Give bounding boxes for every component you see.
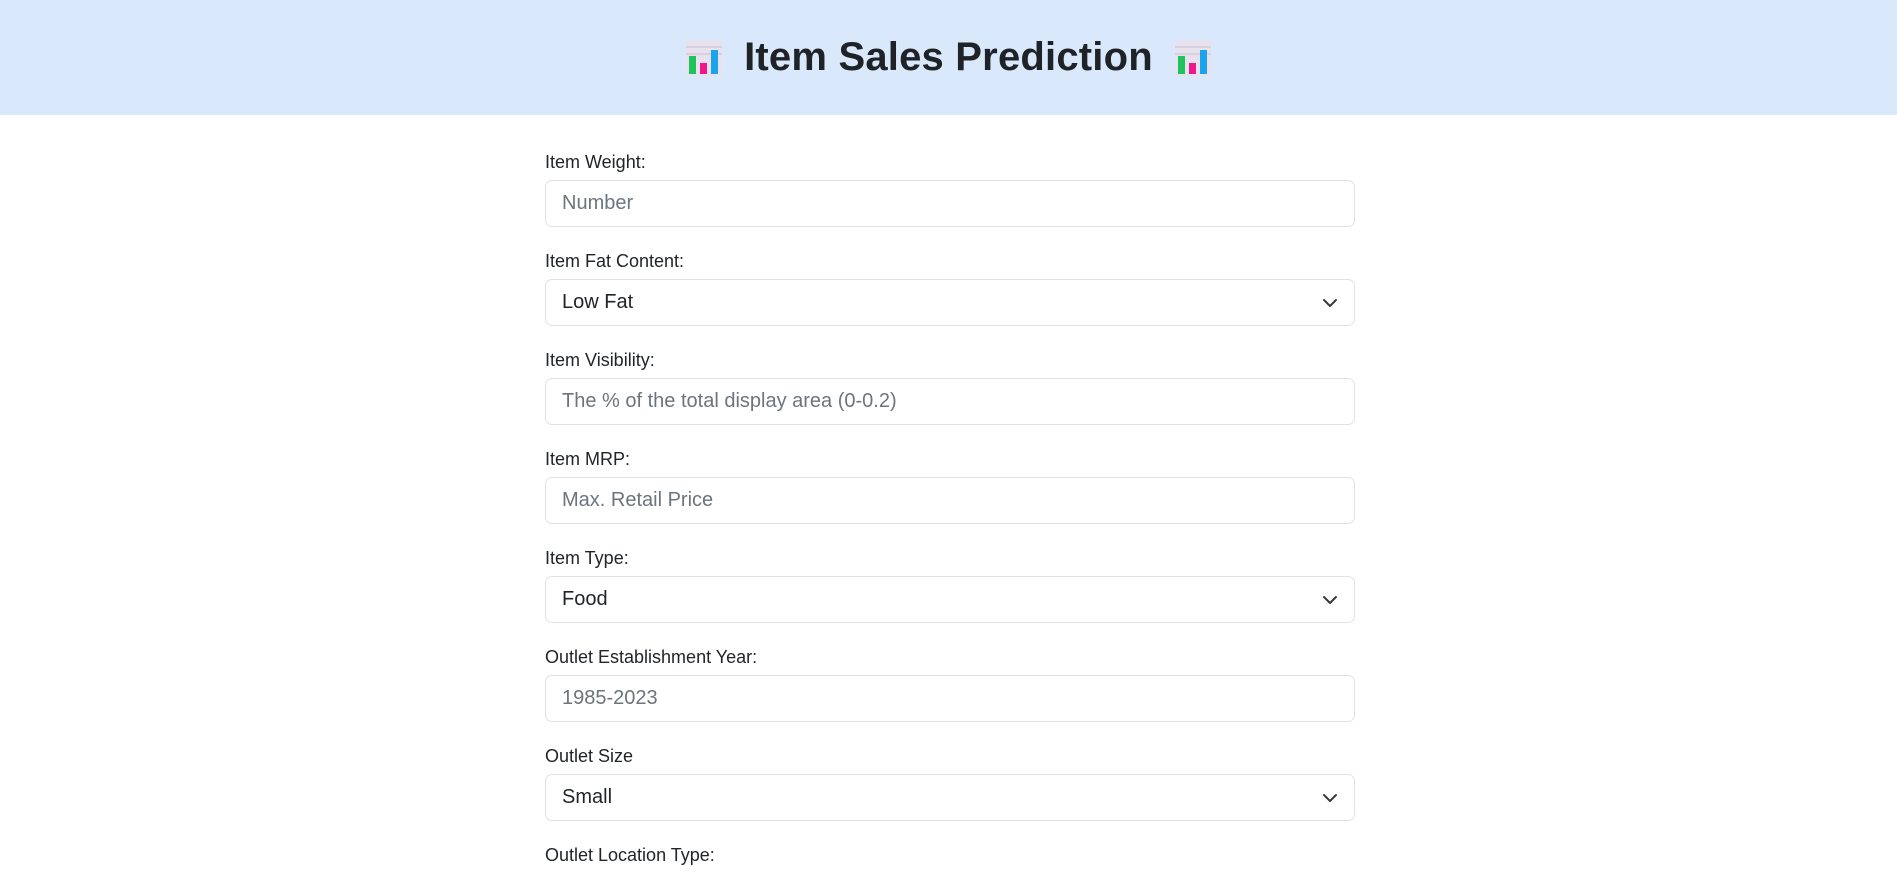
outlet-size-field: Outlet Size Small	[545, 744, 1355, 821]
chevron-down-icon	[1323, 595, 1337, 604]
outlet-size-select[interactable]: Small	[545, 774, 1355, 821]
item-type-value: Food	[562, 588, 608, 610]
item-mrp-label: Item MRP:	[545, 449, 631, 469]
bar-chart-icon	[1174, 39, 1211, 76]
item-visibility-label: Item Visibility:	[545, 350, 655, 370]
header-title-group: Item Sales Prediction	[684, 35, 1213, 80]
chevron-down-icon	[1323, 793, 1337, 802]
outlet-location-type-label: Outlet Location Type:	[545, 845, 715, 865]
page-header: Item Sales Prediction	[0, 0, 1897, 115]
item-type-label: Item Type:	[545, 548, 629, 568]
bar-chart-icon	[686, 39, 723, 76]
outlet-establishment-year-input[interactable]	[545, 675, 1355, 722]
item-fat-content-select[interactable]: Low Fat	[545, 279, 1355, 326]
item-weight-field: Item Weight:	[545, 150, 1355, 227]
item-visibility-field: Item Visibility:	[545, 348, 1355, 425]
item-type-select[interactable]: Food	[545, 576, 1355, 623]
item-type-field: Item Type: Food	[545, 546, 1355, 623]
outlet-size-label: Outlet Size	[545, 746, 634, 766]
chevron-down-icon	[1323, 298, 1337, 307]
item-mrp-input[interactable]	[545, 477, 1355, 524]
outlet-establishment-year-label: Outlet Establishment Year:	[545, 647, 758, 667]
page-title: Item Sales Prediction	[744, 35, 1153, 79]
prediction-form: Item Weight: Item Fat Content: Low Fat I…	[545, 150, 1355, 883]
item-fat-content-value: Low Fat	[562, 291, 634, 313]
outlet-size-value: Small	[562, 786, 613, 808]
item-weight-label: Item Weight:	[545, 152, 646, 172]
item-fat-content-field: Item Fat Content: Low Fat	[545, 249, 1355, 326]
item-visibility-input[interactable]	[545, 378, 1355, 425]
item-weight-input[interactable]	[545, 180, 1355, 227]
item-fat-content-label: Item Fat Content:	[545, 251, 685, 271]
outlet-location-type-field: Outlet Location Type:	[545, 843, 1355, 883]
outlet-establishment-year-field: Outlet Establishment Year:	[545, 645, 1355, 722]
item-mrp-field: Item MRP:	[545, 447, 1355, 524]
